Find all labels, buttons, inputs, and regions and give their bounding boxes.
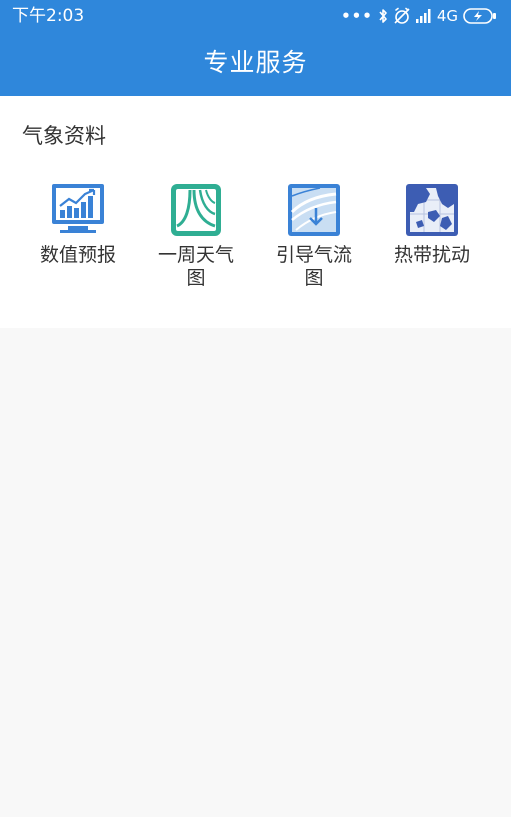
- steering-flow-label: 引导气流图: [275, 244, 352, 289]
- page-title: 专业服务: [203, 48, 308, 77]
- battery-charging-icon: [463, 8, 496, 24]
- service-grid: 数值预报 一周天气图 引导气流图 热带扰动: [19, 182, 492, 290]
- mute-alarm-icon: [394, 7, 410, 24]
- weekly-weather-chart-label: 一周天气图: [157, 244, 234, 289]
- status-bar: 下午2:03 ••• 4G: [0, 0, 511, 32]
- signal-icon: [415, 9, 431, 23]
- steering-flow-tile[interactable]: 引导气流图: [255, 182, 373, 290]
- numerical-forecast-label: 数值预报: [39, 244, 116, 266]
- steering-flow-icon: [288, 184, 340, 236]
- numerical-forecast-tile[interactable]: 数值预报: [19, 182, 137, 290]
- chart-monitor-icon: [52, 184, 104, 233]
- status-time: 下午2:03: [12, 6, 85, 26]
- top-bar: 下午2:03 ••• 4G 专业服务: [0, 0, 511, 96]
- more-dots-icon: •••: [341, 7, 373, 25]
- section-title: 气象资料: [22, 124, 106, 148]
- meteorological-data-card: 气象资料 数值预报 一周天气图 引导气流图 热带扰动: [0, 96, 511, 328]
- tropical-map-icon: [406, 184, 458, 236]
- network-type: 4G: [436, 7, 458, 25]
- title-bar: 专业服务: [0, 32, 511, 96]
- weather-chart-icon: [171, 184, 221, 236]
- bluetooth-icon: [379, 9, 387, 23]
- tropical-disturbance-label: 热带扰动: [393, 244, 470, 266]
- tropical-disturbance-tile[interactable]: 热带扰动: [373, 182, 491, 290]
- status-icons: ••• 4G: [341, 5, 497, 27]
- weekly-weather-chart-tile[interactable]: 一周天气图: [137, 182, 255, 290]
